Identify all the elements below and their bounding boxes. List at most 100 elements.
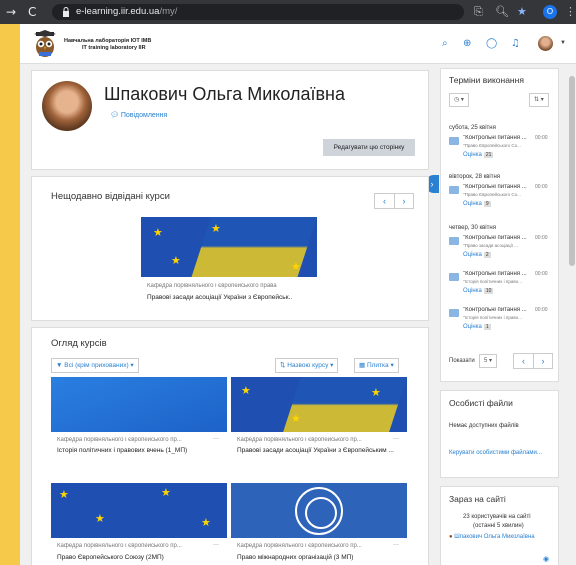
edit-page-button[interactable]: Редагувати цю сторінку xyxy=(323,139,415,156)
eu-star-icon: ★ xyxy=(161,486,171,499)
course-tile-menu-icon[interactable]: ··· xyxy=(393,436,399,442)
course-tile-menu-icon[interactable]: ··· xyxy=(213,542,219,548)
quiz-icon xyxy=(449,237,459,245)
page-scrollbar[interactable] xyxy=(568,64,576,565)
prev-page-icon[interactable]: ‹ xyxy=(514,354,534,368)
manage-files-link[interactable]: Керувати особистими файлами... xyxy=(449,449,549,457)
browser-toolbar: → C e-learning.iir.edu.ua/my/ ⎘ 🔍︎ ★ O ⋮ xyxy=(0,0,576,24)
course-tile-name[interactable]: Право міжнародних організацій (3 МП) xyxy=(237,554,402,562)
course-tile-image[interactable] xyxy=(231,483,407,538)
event-grade-link[interactable]: Оцінка 10 xyxy=(463,288,494,294)
brand-line2: IT training laboratory IIR xyxy=(82,45,146,51)
next-page-icon[interactable]: › xyxy=(394,194,414,208)
recent-course-name[interactable]: Правові засади асоціації України з Європ… xyxy=(147,294,315,302)
prev-page-icon[interactable]: ‹ xyxy=(375,194,395,208)
online-users-summary: 23 користувачів на сайті xyxy=(463,514,531,520)
private-files-title: Особисті файли xyxy=(449,398,513,408)
next-page-icon[interactable]: › xyxy=(533,354,553,368)
show-count-dropdown[interactable]: 5 ▾ xyxy=(479,354,498,368)
menu-dots-icon[interactable]: ⋮ xyxy=(565,5,576,19)
user-avatar[interactable] xyxy=(538,36,553,51)
event-time: 00:00 xyxy=(535,135,548,141)
timeline-pager: ‹ › xyxy=(513,353,553,369)
user-avatar-icon: ● xyxy=(449,534,453,540)
search-icon[interactable]: ⌕ xyxy=(442,38,448,50)
course-tile-category: Кафедра порівняльного і європейського пр… xyxy=(237,437,362,443)
event-title[interactable]: "Контрольні питання ... xyxy=(463,307,533,313)
lock-icon xyxy=(63,7,69,17)
course-filter-dropdown[interactable]: ▼ Всі (крім прихованих) ▾ xyxy=(51,358,139,373)
browser-profile-avatar[interactable]: O xyxy=(543,5,557,19)
notifications-bell-icon[interactable]: ♫ xyxy=(511,38,520,50)
course-tile-menu-icon[interactable]: ··· xyxy=(393,542,399,548)
eye-icon[interactable]: ◉ xyxy=(543,555,549,563)
event-grade-link[interactable]: Оцінка 1 xyxy=(463,324,491,330)
event-title[interactable]: "Контрольні питання ... xyxy=(463,184,533,190)
timeline-event[interactable]: "Контрольні питання ... 00:00 "Право Євр… xyxy=(449,184,557,214)
event-grade-link[interactable]: Оцінка 2 xyxy=(463,252,491,258)
timeline-event[interactable]: "Контрольні питання ... 00:00 "Право зас… xyxy=(449,235,557,265)
course-tile-name[interactable]: Право Європейського Союзу (2МП) xyxy=(57,554,222,562)
scrollbar-thumb[interactable] xyxy=(569,76,575,266)
eu-star-icon: ★ xyxy=(291,260,301,273)
grade-badge: 1 xyxy=(483,324,491,330)
quiz-icon xyxy=(449,186,459,194)
course-tile-image[interactable] xyxy=(51,377,227,432)
message-icon: 💬︎ xyxy=(110,112,121,119)
event-title[interactable]: "Контрольні питання ... xyxy=(463,235,533,241)
event-title[interactable]: "Контрольні питання ... xyxy=(463,271,533,277)
eu-star-icon: ★ xyxy=(291,412,301,425)
translate-icon[interactable]: ⎘ xyxy=(474,5,483,19)
timeline-sort-dropdown[interactable]: ⇅ ▾ xyxy=(529,93,549,107)
back-arrow-icon[interactable]: → xyxy=(6,4,16,20)
timeline-event[interactable]: "Контрольні питання ... 00:00 "Історія п… xyxy=(449,271,557,301)
online-users-block: Зараз на сайті 23 користувачів на сайті … xyxy=(440,486,559,565)
event-course: "Право Європейського Со... xyxy=(463,192,521,197)
course-tile-category: Кафедра порівняльного і європейського пр… xyxy=(57,543,182,549)
clock-icon: ◷ xyxy=(454,97,460,103)
course-tile-category: Кафедра порівняльного і європейського пр… xyxy=(237,543,362,549)
language-globe-icon[interactable]: ⊕ xyxy=(463,38,471,50)
timeline-date: четвер, 30 квітня xyxy=(449,225,496,231)
sort-icon: ⇅ xyxy=(534,97,540,103)
timeline-block: Терміни виконання ◷ ▾ ⇅ ▾ субота, 25 кві… xyxy=(440,68,559,382)
reload-icon[interactable]: C xyxy=(28,4,36,20)
event-grade-link[interactable]: Оцінка 21 xyxy=(463,152,494,158)
course-tile-image[interactable]: ★ ★ ★ xyxy=(231,377,407,432)
timeline-filter-dropdown[interactable]: ◷ ▾ xyxy=(449,93,469,107)
course-sort-dropdown[interactable]: ⇅ Назвою курсу ▾ xyxy=(275,358,339,373)
profile-header: Шпакович Ольга Миколаївна 💬︎ Повідомленн… xyxy=(31,70,429,170)
grid-icon: ▦ xyxy=(359,362,367,369)
course-tile-name[interactable]: Історія політичних і правових вчень (1_М… xyxy=(57,447,222,455)
grade-badge: 9 xyxy=(483,201,491,207)
eu-star-icon: ★ xyxy=(95,512,105,525)
online-users-title: Зараз на сайті xyxy=(449,494,506,504)
course-view-dropdown[interactable]: ▦ Плитка ▾ xyxy=(354,358,399,373)
star-icon[interactable]: ★ xyxy=(517,5,527,19)
event-grade-link[interactable]: Оцінка 9 xyxy=(463,201,491,207)
timeline-event[interactable]: "Контрольні питання ... 00:00 "Право Євр… xyxy=(449,135,557,165)
course-tile-name[interactable]: Правові засади асоціації України з Європ… xyxy=(237,447,405,463)
message-link[interactable]: 💬︎ Повідомлення xyxy=(110,111,167,119)
course-tile-category: Кафедра порівняльного і європейського пр… xyxy=(57,437,182,443)
event-course: "Історія політичних і право... xyxy=(463,279,522,284)
eu-star-icon: ★ xyxy=(241,384,251,397)
user-menu-caret-icon[interactable]: ▼ xyxy=(560,40,566,46)
timeline-event[interactable]: "Контрольні питання ... 00:00 "Історія п… xyxy=(449,307,557,337)
recent-course-image[interactable]: ★ ★ ★ ★ xyxy=(141,217,317,277)
owl-logo-icon[interactable] xyxy=(32,30,58,58)
event-time: 00:00 xyxy=(535,235,548,241)
messages-icon[interactable]: ◯ xyxy=(486,38,497,50)
event-title[interactable]: "Контрольні питання ... xyxy=(463,135,533,141)
zoom-icon[interactable]: 🔍︎ xyxy=(495,5,509,19)
url-path: /my/ xyxy=(159,6,178,17)
address-bar[interactable]: e-learning.iir.edu.ua/my/ xyxy=(52,4,464,20)
course-tile-image[interactable]: ★ ★ ★ ★ xyxy=(51,483,227,538)
recent-courses-title: Нещодавно відвідані курси xyxy=(51,191,170,202)
online-user-link[interactable]: ● Шпакович Ольга Миколаївна xyxy=(449,533,549,541)
timeline-date: субота, 25 квітня xyxy=(449,125,496,131)
recent-courses-block: Нещодавно відвідані курси ‹ › ★ ★ ★ ★ Ка… xyxy=(31,176,429,321)
grade-badge: 21 xyxy=(483,152,494,158)
online-users-period: (останні 5 хвилин) xyxy=(473,523,524,529)
course-tile-menu-icon[interactable]: ··· xyxy=(213,436,219,442)
